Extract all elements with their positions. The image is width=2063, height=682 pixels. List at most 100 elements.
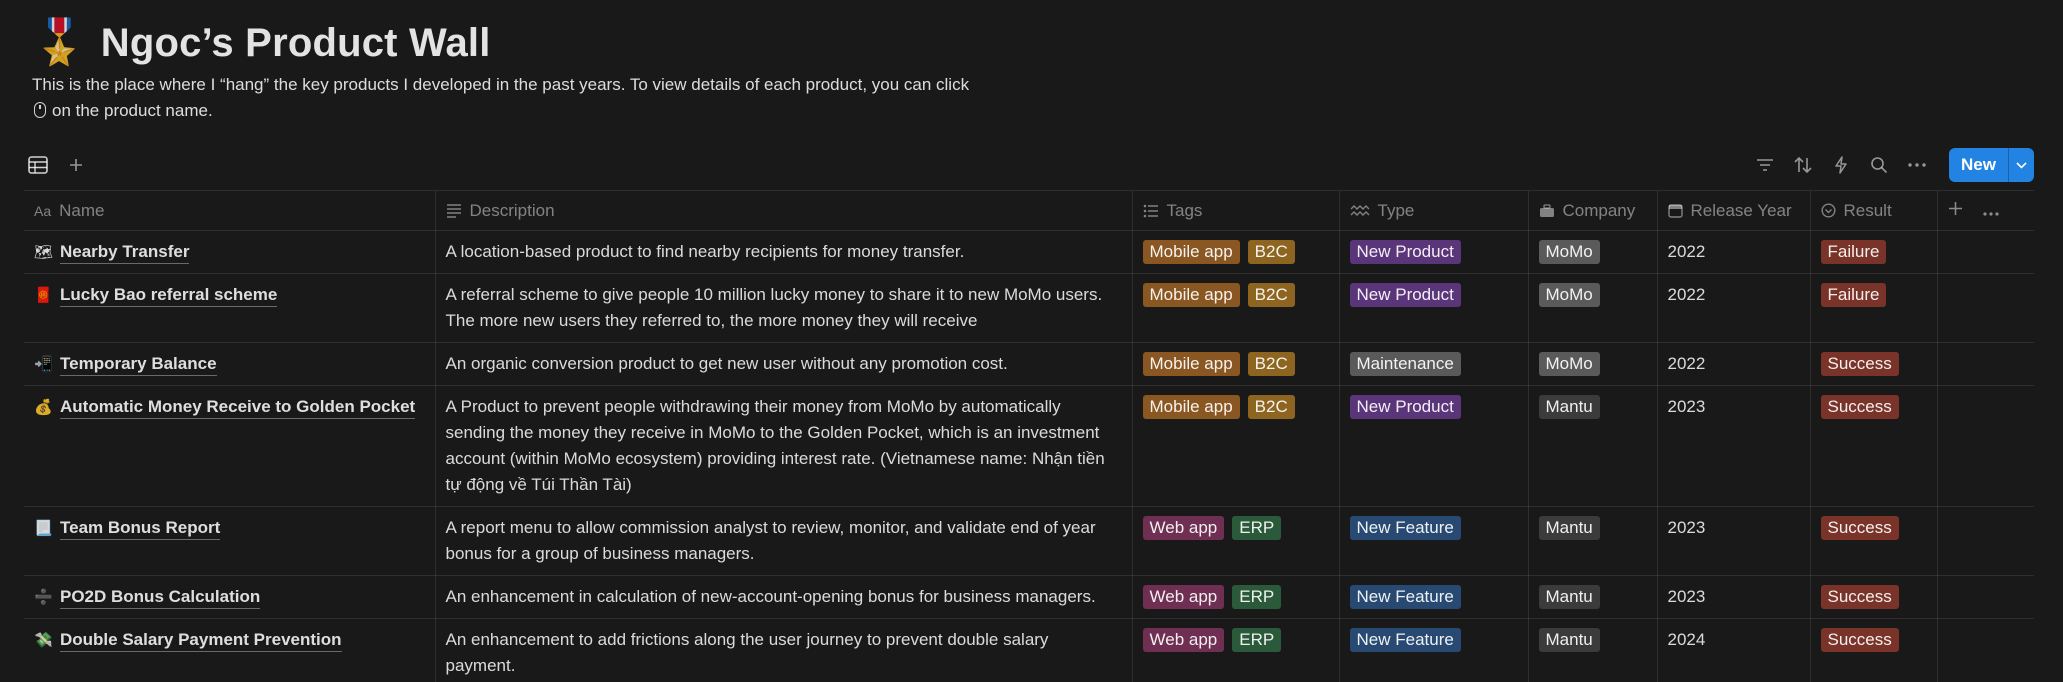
type-cell[interactable]: New Product <box>1339 273 1529 343</box>
year-cell[interactable]: 2023 <box>1657 575 1811 619</box>
column-label-release-year: Release Year <box>1690 200 1792 220</box>
new-dropdown-button[interactable] <box>2008 148 2034 182</box>
tags-cell[interactable]: Mobile app B2C <box>1132 273 1340 343</box>
result-cell[interactable]: Success <box>1810 618 1938 682</box>
table-row[interactable]: 🗺 Nearby Transfer A location-based produc… <box>24 230 2034 274</box>
table-row[interactable]: ➗ PO2D Bonus Calculation An enhancement i… <box>24 575 2034 619</box>
type-badge: New Product <box>1349 395 1461 419</box>
product-name-link[interactable]: Lucky Bao referral scheme <box>60 284 278 307</box>
type-cell[interactable]: New Feature <box>1339 575 1529 619</box>
product-name-link[interactable]: Double Salary Payment Prevention <box>60 629 342 652</box>
year-cell[interactable]: 2024 <box>1657 618 1811 682</box>
multi-select-icon <box>1143 204 1159 218</box>
column-header-release-year[interactable]: Release Year <box>1657 190 1811 231</box>
table-row[interactable]: 📃 Team Bonus Report A report menu to allo… <box>24 506 2034 576</box>
name-cell[interactable]: 🗺 Nearby Transfer <box>24 230 436 274</box>
product-name-link[interactable]: Team Bonus Report <box>60 517 221 540</box>
waves-icon <box>1350 204 1370 218</box>
tags-cell[interactable]: Mobile app B2C <box>1132 342 1340 386</box>
tags-cell[interactable]: Mobile app B2C <box>1132 385 1340 507</box>
name-cell[interactable]: 💸 Double Salary Payment Prevention <box>24 618 436 682</box>
year-cell[interactable]: 2022 <box>1657 230 1811 274</box>
company-cell[interactable]: Mantu <box>1528 385 1658 507</box>
type-cell[interactable]: Maintenance <box>1339 342 1529 386</box>
sort-icon[interactable] <box>1789 151 1817 179</box>
description-cell[interactable]: A Product to prevent people withdrawing … <box>435 385 1133 507</box>
add-property-icon[interactable] <box>1948 199 1963 222</box>
text-property-icon: Aa <box>34 202 52 219</box>
result-cell[interactable]: Success <box>1810 342 1938 386</box>
product-name-link[interactable]: Temporary Balance <box>60 353 217 376</box>
column-header-result[interactable]: Result <box>1810 190 1938 231</box>
table-row[interactable]: 🧧 Lucky Bao referral scheme A referral sc… <box>24 273 2034 343</box>
column-header-name[interactable]: Aa Name <box>24 190 436 231</box>
result-badge: Success <box>1820 628 1899 652</box>
tag-badge: Web app <box>1142 585 1225 609</box>
tags-cell[interactable]: Web app ERP <box>1132 575 1340 619</box>
table-icon[interactable] <box>24 151 52 179</box>
column-header-tags[interactable]: Tags <box>1132 190 1340 231</box>
product-name-link[interactable]: Nearby Transfer <box>60 241 190 264</box>
result-cell[interactable]: Failure <box>1810 273 1938 343</box>
company-cell[interactable]: MoMo <box>1528 273 1658 343</box>
description-cell[interactable]: A report menu to allow commission analys… <box>435 506 1133 576</box>
description-cell[interactable]: A location-based product to find nearby … <box>435 230 1133 274</box>
filter-icon[interactable] <box>1751 151 1779 179</box>
new-button[interactable]: New <box>1949 148 2008 182</box>
tags-cell[interactable]: Web app ERP <box>1132 618 1340 682</box>
name-cell[interactable]: ➗ PO2D Bonus Calculation <box>24 575 436 619</box>
tags-cell[interactable]: Mobile app B2C <box>1132 230 1340 274</box>
intro-line-1: This is the place where I “hang” the key… <box>32 75 970 94</box>
year-cell[interactable]: 2023 <box>1657 385 1811 507</box>
column-header-company[interactable]: Company <box>1528 190 1658 231</box>
type-cell[interactable]: New Feature <box>1339 618 1529 682</box>
company-cell[interactable]: Mantu <box>1528 506 1658 576</box>
product-name-link[interactable]: Automatic Money Receive to Golden Pocket <box>60 396 416 419</box>
result-cell[interactable]: Success <box>1810 385 1938 507</box>
add-view-icon[interactable] <box>62 151 90 179</box>
more-icon[interactable] <box>1903 151 1931 179</box>
company-cell[interactable]: MoMo <box>1528 342 1658 386</box>
type-cell[interactable]: New Feature <box>1339 506 1529 576</box>
calendar-icon <box>1667 203 1683 218</box>
result-cell[interactable]: Success <box>1810 506 1938 576</box>
table-header-row: Aa Name Description Tags Type Company Rel… <box>24 190 2034 231</box>
table-row[interactable]: 💸 Double Salary Payment Prevention An enh… <box>24 618 2034 682</box>
name-cell[interactable]: 💰 Automatic Money Receive to Golden Pocke… <box>24 385 436 507</box>
company-cell[interactable]: MoMo <box>1528 230 1658 274</box>
money-bag-icon: 💰 <box>34 398 53 416</box>
search-icon[interactable] <box>1865 151 1893 179</box>
description-cell[interactable]: An organic conversion product to get new… <box>435 342 1133 386</box>
result-cell[interactable]: Success <box>1810 575 1938 619</box>
name-cell[interactable]: 🧧 Lucky Bao referral scheme <box>24 273 436 343</box>
description-cell[interactable]: An enhancement to add frictions along th… <box>435 618 1133 682</box>
empty-cell <box>1937 273 2034 343</box>
type-cell[interactable]: New Product <box>1339 385 1529 507</box>
tag-badge: ERP <box>1232 585 1282 609</box>
description-cell[interactable]: A referral scheme to give people 10 mill… <box>435 273 1133 343</box>
name-cell[interactable]: 📲 Temporary Balance <box>24 342 436 386</box>
medal-icon[interactable]: 🎖️ <box>32 21 87 65</box>
product-name-link[interactable]: PO2D Bonus Calculation <box>60 586 261 609</box>
table-row[interactable]: 📲 Temporary Balance An organic conversion… <box>24 342 2034 386</box>
year-cell[interactable]: 2022 <box>1657 273 1811 343</box>
company-cell[interactable]: Mantu <box>1528 618 1658 682</box>
name-cell[interactable]: 📃 Team Bonus Report <box>24 506 436 576</box>
table-row[interactable]: 💰 Automatic Money Receive to Golden Pocke… <box>24 385 2034 507</box>
tags-cell[interactable]: Web app ERP <box>1132 506 1340 576</box>
page-intro: This is the place where I “hang” the key… <box>32 72 1032 124</box>
automation-icon[interactable] <box>1827 151 1855 179</box>
type-cell[interactable]: New Product <box>1339 230 1529 274</box>
column-header-actions <box>1937 190 2034 231</box>
company-cell[interactable]: Mantu <box>1528 575 1658 619</box>
result-badge: Failure <box>1820 283 1887 307</box>
column-header-type[interactable]: Type <box>1339 190 1529 231</box>
page-title[interactable]: Ngoc’s Product Wall <box>101 21 491 66</box>
description-cell[interactable]: An enhancement in calculation of new-acc… <box>435 575 1133 619</box>
title-row: 🎖️ Ngoc’s Product Wall <box>32 14 1032 72</box>
year-cell[interactable]: 2022 <box>1657 342 1811 386</box>
column-header-description[interactable]: Description <box>435 190 1133 231</box>
year-cell[interactable]: 2023 <box>1657 506 1811 576</box>
column-more-icon[interactable] <box>1982 199 1999 222</box>
result-cell[interactable]: Failure <box>1810 230 1938 274</box>
